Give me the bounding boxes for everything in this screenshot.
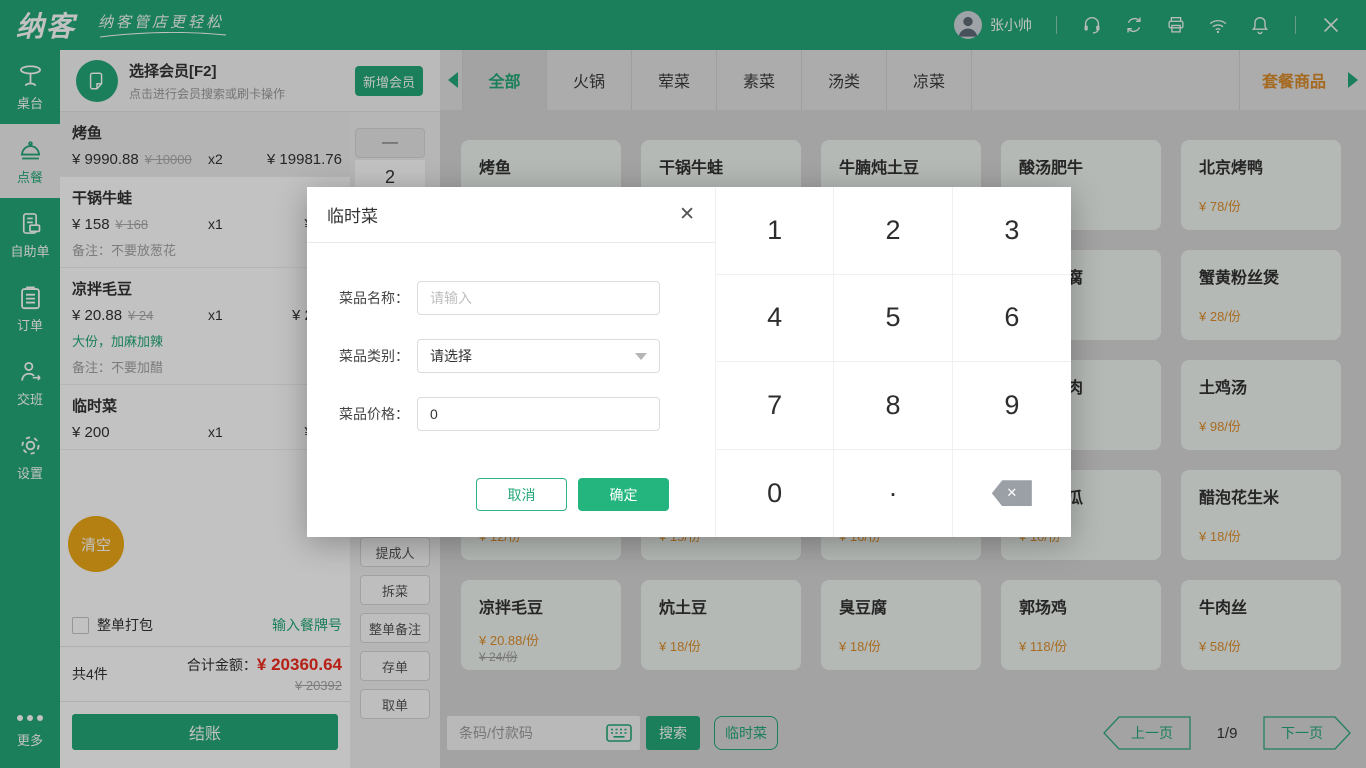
numpad-key-7[interactable]: 7	[716, 362, 834, 450]
numpad: 123 456 789 0· ✕	[715, 187, 1071, 537]
dialog-header: 临时菜 ✕	[307, 187, 715, 243]
chevron-down-icon	[635, 353, 647, 360]
dialog-title: 临时菜	[327, 202, 378, 227]
field-row-category: 菜品类别： 请选择	[307, 339, 715, 373]
numpad-key-5[interactable]: 5	[834, 275, 952, 363]
decimal-key[interactable]: ·	[834, 450, 952, 538]
field-row-price: 菜品价格：	[307, 397, 715, 431]
dish-category-select[interactable]: 请选择	[417, 339, 660, 373]
dish-category-label: 菜品类别：	[307, 346, 417, 366]
numpad-key-1[interactable]: 1	[716, 187, 834, 275]
numpad-key-9[interactable]: 9	[953, 362, 1071, 450]
dish-name-input[interactable]	[417, 281, 660, 315]
temp-dish-form: 临时菜 ✕ 菜品名称： 菜品类别： 请选择 菜品价格： 取消 确定	[307, 187, 715, 537]
dialog-close-icon[interactable]: ✕	[679, 205, 695, 224]
numpad-key-8[interactable]: 8	[834, 362, 952, 450]
numpad-key-6[interactable]: 6	[953, 275, 1071, 363]
dish-category-value: 请选择	[430, 346, 472, 366]
numpad-key-0[interactable]: 0	[716, 450, 834, 538]
dialog-buttons: 取消 确定	[307, 478, 715, 511]
field-row-name: 菜品名称：	[307, 281, 715, 315]
temp-dish-dialog: 临时菜 ✕ 菜品名称： 菜品类别： 请选择 菜品价格： 取消 确定	[307, 187, 1071, 537]
dish-name-label: 菜品名称：	[307, 288, 417, 308]
backspace-icon: ✕	[992, 480, 1032, 506]
pos-screen: 纳客 纳客管店更轻松 张小帅	[0, 0, 1366, 768]
dish-price-label: 菜品价格：	[307, 404, 417, 424]
confirm-button[interactable]: 确定	[578, 478, 669, 511]
dish-price-input[interactable]	[417, 397, 660, 431]
numpad-key-2[interactable]: 2	[834, 187, 952, 275]
backspace-key[interactable]: ✕	[953, 450, 1071, 538]
numpad-key-3[interactable]: 3	[953, 187, 1071, 275]
cancel-button[interactable]: 取消	[476, 478, 567, 511]
numpad-key-4[interactable]: 4	[716, 275, 834, 363]
